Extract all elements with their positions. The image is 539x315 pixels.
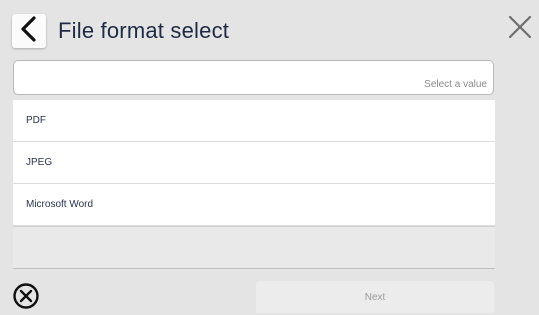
back-button[interactable]	[12, 14, 46, 48]
value-select-input[interactable]: Select a value	[13, 60, 494, 95]
chevron-left-icon	[19, 15, 39, 47]
file-format-dialog: File format select Select a value PDF JP…	[0, 0, 539, 313]
list-empty-area	[13, 226, 495, 269]
cancel-button[interactable]	[12, 282, 40, 310]
dialog-title: File format select	[58, 18, 230, 43]
format-options-list: PDF JPEG Microsoft Word	[13, 100, 495, 269]
circle-x-icon	[12, 283, 40, 314]
list-item-label: JPEG	[26, 157, 53, 168]
list-item-label: PDF	[26, 115, 46, 126]
list-item-pdf[interactable]: PDF	[13, 100, 495, 142]
next-button-label: Next	[364, 291, 386, 303]
next-button[interactable]: Next	[256, 281, 494, 313]
list-item-microsoft-word[interactable]: Microsoft Word	[13, 184, 495, 226]
close-button[interactable]	[507, 14, 533, 40]
select-placeholder: Select a value	[424, 79, 487, 90]
list-item-label: Microsoft Word	[26, 199, 94, 210]
list-item-jpeg[interactable]: JPEG	[13, 142, 495, 184]
close-icon	[507, 15, 533, 44]
